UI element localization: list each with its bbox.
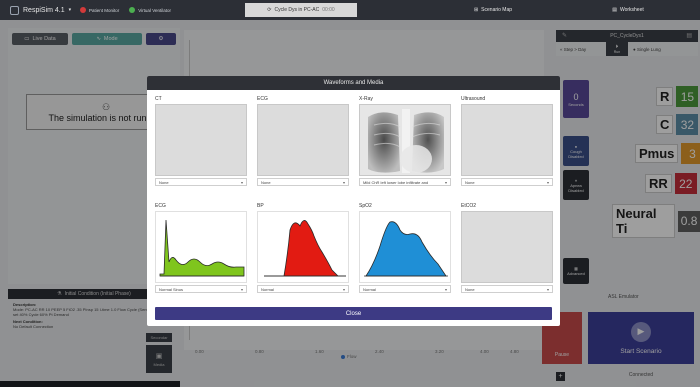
ecg-waveform: [155, 211, 247, 283]
dialog-title: Waveforms and Media: [147, 76, 560, 90]
clock-icon: ⟳: [267, 7, 272, 13]
virtual-ventilator-status[interactable]: Virtual Ventilator: [129, 7, 171, 13]
ecg-waveform-icon: [159, 219, 245, 277]
bp-waveform: [257, 211, 349, 283]
media-tile-etco2: EtCO2 None ▾: [461, 202, 553, 293]
status-dot-icon: [129, 7, 136, 13]
tile-label: ECG: [155, 203, 166, 209]
tile-label: ECG: [257, 96, 268, 102]
chevron-down-icon: ▾: [546, 286, 549, 292]
spo2-waveform: [359, 211, 451, 283]
ultrasound-select[interactable]: None ▾: [461, 178, 553, 186]
chevron-down-icon: ▾: [342, 179, 345, 185]
ultrasound-image-placeholder: [461, 104, 553, 176]
xray-select[interactable]: Mild ChR left lower lobe infiltrate and ▾: [359, 178, 451, 186]
bp-waveform-icon: [264, 220, 346, 277]
etco2-waveform-placeholder: [461, 211, 553, 283]
media-tile-ct: CT None ▾: [155, 95, 247, 186]
chevron-down-icon: ▾: [444, 179, 447, 185]
app-brand[interactable]: RespiSim 4.1 ▾: [0, 5, 80, 15]
tile-label: BP: [257, 203, 264, 209]
media-tile-ultrasound: Ultrasound None ▾: [461, 95, 553, 186]
tab-scenario-map[interactable]: ⊞ Scenario Map: [448, 3, 538, 17]
media-tile-ecg-image: ECG None ▾: [257, 95, 349, 186]
top-bar: RespiSim 4.1 ▾ Patient Monitor Virtual V…: [0, 0, 700, 20]
tile-label: EtCO2: [461, 203, 477, 209]
bp-select[interactable]: Normal ▾: [257, 285, 349, 293]
tile-label: SpO2: [359, 203, 372, 209]
media-tile-spo2: SpO2 Normal ▾: [359, 202, 451, 293]
media-tile-ecg-waveform: ECG Normal Sinus ▾: [155, 202, 247, 293]
tile-label: X-Ray: [359, 96, 373, 102]
chevron-down-icon: ▾: [444, 286, 447, 292]
waveforms-media-dialog: Waveforms and Media CT None ▾ ECG None ▾ X…: [147, 76, 560, 326]
etco2-select[interactable]: None ▾: [461, 285, 553, 293]
spo2-select[interactable]: Normal ▾: [359, 285, 451, 293]
tab-worksheet[interactable]: ▤ Worksheet: [588, 3, 668, 17]
xray-image: [359, 104, 451, 176]
close-button[interactable]: Close: [155, 307, 552, 320]
tab-scenario[interactable]: ⟳ Cycle Dys in PC-AC 00:00: [245, 3, 357, 17]
spo2-waveform-icon: [364, 221, 448, 277]
ecg-image-select[interactable]: None ▾: [257, 178, 349, 186]
patient-monitor-status[interactable]: Patient Monitor: [80, 7, 119, 13]
ecg-waveform-select[interactable]: Normal Sinus ▾: [155, 285, 247, 293]
app-name: RespiSim 4.1: [23, 6, 65, 14]
media-tile-bp: BP Normal ▾: [257, 202, 349, 293]
media-tile-xray: X-Ray Mild ChR left lower lobe infiltrat…: [359, 95, 451, 186]
chevron-down-icon: ▾: [240, 179, 243, 185]
chevron-down-icon: ▾: [68, 7, 72, 13]
tile-label: CT: [155, 96, 162, 102]
chevron-down-icon: ▾: [342, 286, 345, 292]
ct-select[interactable]: None ▾: [155, 178, 247, 186]
chest-xray-icon: [360, 105, 450, 175]
chevron-down-icon: ▾: [240, 286, 243, 292]
status-dot-icon: [80, 7, 86, 13]
chevron-down-icon: ▾: [546, 179, 549, 185]
worksheet-icon: ▤: [612, 7, 617, 13]
app-logo-icon: [10, 5, 19, 15]
map-icon: ⊞: [473, 7, 479, 13]
ecg-image-placeholder: [257, 104, 349, 176]
ct-image-placeholder: [155, 104, 247, 176]
tile-label: Ultrasound: [461, 96, 486, 102]
